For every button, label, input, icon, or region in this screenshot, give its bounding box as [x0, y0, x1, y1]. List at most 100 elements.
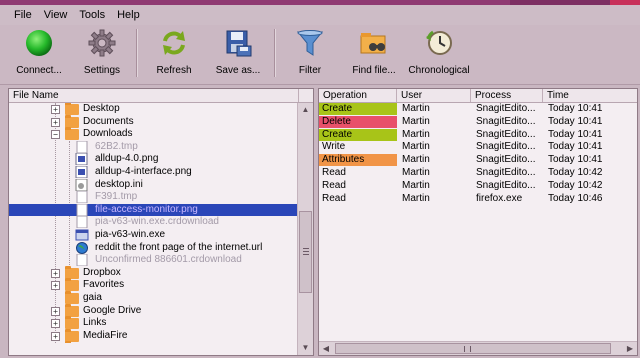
tree-file-item[interactable]: file-access-monitor.png [9, 203, 299, 217]
user-cell: Martin [402, 167, 430, 178]
filter-button[interactable]: Filter [290, 27, 330, 81]
gear-icon [85, 27, 119, 59]
refresh-button[interactable]: Refresh [152, 27, 196, 81]
globe-icon [75, 241, 89, 254]
scroll-right-arrow-icon[interactable]: ▶ [623, 342, 637, 355]
save-as-button[interactable]: Save as... [210, 27, 266, 81]
user-cell: Martin [402, 128, 430, 140]
folder-icon [65, 291, 79, 304]
find-file-button[interactable]: Find file... [346, 27, 402, 81]
operation-row[interactable]: Create Martin SnagitEdito... Today 10:41 [319, 103, 635, 116]
column-header-process[interactable]: Process [471, 89, 543, 102]
operations-horizontal-scrollbar[interactable]: ◀ ▶ [319, 341, 637, 355]
menu-help[interactable]: Help [111, 7, 146, 23]
file-icon [75, 203, 89, 217]
column-header-time[interactable]: Time [543, 89, 633, 102]
connect-button[interactable]: Connect... [12, 27, 66, 81]
tree-item-label: desktop.ini [95, 178, 143, 190]
tree-folder-item[interactable]: + MediaFire [9, 328, 299, 343]
tree-file-item[interactable]: Unconfirmed 886601.crdownload [9, 253, 299, 267]
tree-folder-item[interactable]: + Dropbox [9, 265, 299, 280]
operation-cell: Read [322, 167, 346, 178]
operations-list: Create Martin SnagitEdito... Today 10:41 Del… [319, 103, 637, 343]
operation-row[interactable]: Attributes Martin SnagitEdito... Today 10:4… [319, 154, 635, 167]
operation-cell: Read [322, 192, 346, 204]
expand-toggle-icon[interactable]: + [51, 331, 60, 341]
scroll-up-arrow-icon[interactable]: ▲ [298, 103, 313, 117]
refresh-icon [157, 27, 191, 59]
tree-folder-item[interactable]: +Meoa [9, 341, 299, 343]
tree-item-label: file-access-monitor.png [95, 203, 198, 215]
expand-toggle-icon[interactable]: + [51, 117, 60, 127]
operation-cell: Create [319, 103, 397, 115]
folder-icon [65, 114, 79, 128]
tree-item-label: Meoa [83, 342, 108, 343]
process-cell: firefox.exe [476, 192, 523, 204]
tree-scroll-thumb[interactable] [299, 211, 312, 293]
tree-file-item[interactable]: pia-v63-win.exe.crdownload [9, 215, 299, 229]
tree-file-item[interactable]: alldup-4-interface.png [9, 165, 299, 179]
expand-toggle-icon[interactable]: + [51, 319, 60, 329]
tree-folder-item[interactable]: gaia [9, 291, 299, 305]
settings-button[interactable]: Settings [78, 27, 126, 81]
user-cell: Martin [402, 192, 430, 204]
tree-item-label: Favorites [83, 279, 125, 291]
chronological-button[interactable]: Chronological [406, 27, 472, 81]
expand-toggle-icon[interactable]: + [51, 268, 60, 278]
menu-file[interactable]: File [8, 7, 38, 23]
tree-vertical-scrollbar[interactable]: ▲ ▼ [297, 103, 313, 355]
expand-toggle-icon[interactable]: + [51, 281, 60, 291]
column-header-file-name[interactable]: File Name [9, 89, 299, 102]
expand-toggle-icon[interactable]: + [51, 306, 60, 316]
operation-row[interactable]: Read Martin firefox.exe Today 10:46 [319, 193, 635, 206]
scroll-left-arrow-icon[interactable]: ◀ [319, 342, 333, 355]
process-cell: SnagitEdito... [476, 128, 536, 140]
operation-row[interactable]: Read Martin SnagitEdito... Today 10:42 [319, 180, 635, 193]
tree-file-item[interactable]: 62B2.tmp [9, 140, 299, 154]
tree-item-label: Links [83, 317, 107, 329]
operation-row[interactable]: Delete Martin SnagitEdito... Today 10:41 [319, 115, 635, 129]
tree-folder-item[interactable]: + Favorites [9, 278, 299, 292]
filter-funnel-icon [293, 27, 327, 59]
app-window: File View Tools Help Connect... Settings… [0, 0, 640, 358]
tree-folder-item[interactable]: + Links [9, 316, 299, 330]
operation-cell: Read [322, 179, 346, 191]
column-header-operation[interactable]: Operation [319, 89, 397, 102]
collapse-toggle-icon[interactable]: − [51, 130, 60, 140]
tree-item-label: reddit the front page of the internet.ur… [95, 241, 263, 253]
file-icon [75, 215, 89, 229]
file-icon [75, 190, 89, 204]
menu-view[interactable]: View [38, 7, 74, 23]
operation-row[interactable]: Create Martin SnagitEdito... Today 10:41 [319, 128, 635, 142]
operation-row[interactable]: Read Martin SnagitEdito... Today 10:42 [319, 167, 635, 180]
tree-folder-item[interactable]: + Documents [9, 114, 299, 129]
time-cell: Today 10:42 [548, 179, 603, 191]
folder-icon [65, 265, 79, 279]
tree-file-item[interactable]: reddit the front page of the internet.ur… [9, 241, 299, 255]
tree-item-label: Downloads [83, 128, 133, 140]
menu-tools[interactable]: Tools [73, 7, 111, 23]
settings-label: Settings [83, 65, 121, 76]
tree-folder-item[interactable]: + Google Drive [9, 303, 299, 318]
tree-item-label: alldup-4-interface.png [95, 166, 192, 177]
operation-cell: Delete [319, 115, 397, 128]
tree-item-label: pia-v63-win.exe.crdownload [95, 216, 219, 228]
tree-file-item[interactable]: F391.tmp [9, 190, 299, 204]
expand-toggle-icon[interactable]: + [51, 105, 60, 114]
tree-folder-item[interactable]: + Desktop [9, 103, 299, 116]
save-as-label: Save as... [215, 65, 261, 76]
scroll-down-arrow-icon[interactable]: ▼ [298, 341, 313, 355]
tree-file-item[interactable]: desktop.ini [9, 178, 299, 192]
column-header-user[interactable]: User [397, 89, 471, 102]
operation-row[interactable]: Write Martin SnagitEdito... Today 10:41 [319, 141, 635, 154]
find-file-label: Find file... [352, 65, 396, 76]
refresh-label: Refresh [156, 65, 192, 76]
operations-header: Operation User Process Time [319, 89, 637, 103]
operations-scroll-thumb[interactable] [335, 343, 611, 354]
tree-item-label: Unconfirmed 886601.crdownload [95, 254, 242, 266]
tree-file-item[interactable]: pia-v63-win.exe [9, 229, 299, 242]
tree-file-item[interactable]: alldup-4.0.png [9, 152, 299, 166]
tree-folder-item[interactable]: − Downloads [9, 127, 299, 141]
chronological-label: Chronological [408, 65, 470, 76]
user-cell: Martin [402, 154, 430, 166]
